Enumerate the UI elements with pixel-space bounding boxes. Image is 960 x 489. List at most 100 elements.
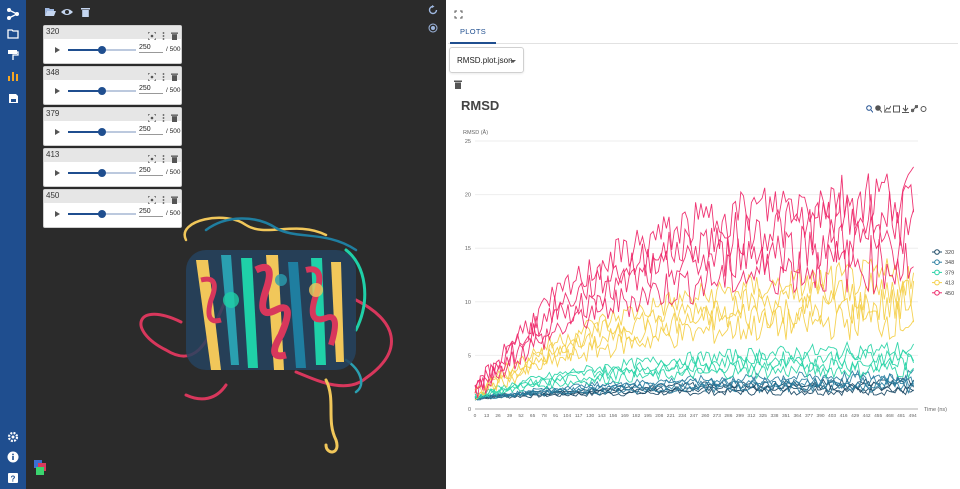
x-tick-label: 65 xyxy=(530,413,536,419)
info-icon[interactable] xyxy=(4,448,22,466)
y-tick-label: 10 xyxy=(465,300,471,306)
frame-slider-handle[interactable] xyxy=(98,46,106,54)
x-tick-label: 39 xyxy=(507,413,513,419)
legend-label: 320 xyxy=(945,250,954,256)
x-tick-label: 169 xyxy=(621,413,629,419)
frame-slider-fill xyxy=(68,90,102,92)
frame-slider-fill xyxy=(68,172,102,174)
x-tick-label: 377 xyxy=(805,413,813,419)
frame-slider[interactable] xyxy=(68,128,136,136)
share-network-icon[interactable] xyxy=(4,5,22,23)
trajectory-card: 320 250/ 500 xyxy=(43,25,182,64)
more-vertical-icon[interactable] xyxy=(162,68,165,86)
center-focus-icon[interactable] xyxy=(147,27,157,45)
trajectory-card-header: 348 xyxy=(44,67,181,82)
y-tick-label: 15 xyxy=(465,246,471,252)
x-tick-label: 403 xyxy=(828,413,836,419)
x-tick-label: 455 xyxy=(874,413,882,419)
trajectory-card-header: 450 xyxy=(44,190,181,205)
frame-slider[interactable] xyxy=(68,169,136,177)
more-vertical-icon[interactable] xyxy=(162,109,165,127)
plots-panel: PLOTS RMSD.plot.json RMSD 0 5 10 15 20 25 0 13 2… xyxy=(446,0,960,489)
help-icon[interactable]: ? xyxy=(4,469,22,487)
frame-total: / 500 xyxy=(166,46,181,53)
x-tick-label: 286 xyxy=(724,413,732,419)
trajectory-card: 348 250/ 500 xyxy=(43,66,182,105)
save-icon[interactable] xyxy=(4,89,22,107)
trash-icon[interactable] xyxy=(171,150,178,168)
more-vertical-icon[interactable] xyxy=(162,27,165,45)
center-focus-icon[interactable] xyxy=(147,109,157,127)
legend-marker xyxy=(934,269,940,276)
legend-label: 413 xyxy=(945,281,954,287)
x-tick-label: 364 xyxy=(793,413,801,419)
play-icon[interactable] xyxy=(55,88,60,94)
play-icon[interactable] xyxy=(55,170,60,176)
x-tick-label: 481 xyxy=(897,413,905,419)
frame-input[interactable]: 250 xyxy=(139,85,163,94)
rmsd-line-chart: 05101520250 13 26 39 52 65 78 91 104 117 130 143 156… xyxy=(463,129,954,419)
x-tick-label: 13 xyxy=(484,413,490,419)
left-sidebar: ? xyxy=(0,0,26,489)
x-axis-title: Time (ns) xyxy=(924,407,947,413)
x-tick-label: 325 xyxy=(759,413,767,419)
frame-input[interactable]: 250 xyxy=(139,126,163,135)
trajectory-name: 320 xyxy=(46,27,60,36)
x-tick-label: 221 xyxy=(667,413,675,419)
frame-slider-fill xyxy=(68,49,102,51)
play-icon[interactable] xyxy=(55,47,60,53)
paint-roller-icon[interactable] xyxy=(4,46,22,64)
trajectory-name: 379 xyxy=(46,109,60,118)
x-tick-label: 416 xyxy=(840,413,848,419)
frame-input[interactable]: 250 xyxy=(139,208,163,217)
frame-slider-handle[interactable] xyxy=(98,128,106,136)
frame-slider[interactable] xyxy=(68,46,136,54)
x-tick-label: 234 xyxy=(678,413,686,419)
trash-icon[interactable] xyxy=(171,68,178,86)
x-tick-label: 143 xyxy=(598,413,606,419)
x-tick-label: 390 xyxy=(817,413,825,419)
frame-slider[interactable] xyxy=(68,87,136,95)
legend-marker xyxy=(934,259,940,266)
x-tick-label: 117 xyxy=(575,413,583,419)
y-tick-label: 0 xyxy=(468,407,471,413)
x-tick-label: 494 xyxy=(909,413,917,419)
frame-slider[interactable] xyxy=(68,210,136,218)
center-focus-icon[interactable] xyxy=(147,150,157,168)
frame-slider-fill xyxy=(68,131,102,133)
x-tick-label: 0 xyxy=(474,413,477,419)
frame-total: / 500 xyxy=(166,128,181,135)
x-tick-label: 351 xyxy=(782,413,790,419)
more-vertical-icon[interactable] xyxy=(162,191,165,209)
frame-slider-handle[interactable] xyxy=(98,169,106,177)
frame-total: / 500 xyxy=(166,210,181,217)
x-tick-label: 156 xyxy=(609,413,617,419)
frame-input[interactable]: 250 xyxy=(139,167,163,176)
center-focus-icon[interactable] xyxy=(147,68,157,86)
y-tick-label: 20 xyxy=(465,193,471,199)
bar-chart-icon[interactable] xyxy=(4,67,22,85)
x-tick-label: 338 xyxy=(770,413,778,419)
center-focus-icon[interactable] xyxy=(147,191,157,209)
trajectory-name: 413 xyxy=(46,150,60,159)
play-icon[interactable] xyxy=(55,211,60,217)
trash-icon[interactable] xyxy=(171,109,178,127)
legend-label: 450 xyxy=(945,291,954,297)
folder-icon[interactable] xyxy=(4,24,22,42)
y-tick-label: 5 xyxy=(468,353,471,359)
settings-gear-icon[interactable] xyxy=(4,428,22,446)
trash-icon[interactable] xyxy=(171,191,178,209)
x-tick-label: 104 xyxy=(563,413,571,419)
trajectory-card: 450 250/ 500 xyxy=(43,189,182,228)
trash-icon[interactable] xyxy=(171,27,178,45)
trajectory-card-header: 320 xyxy=(44,26,181,41)
trajectory-name: 450 xyxy=(46,191,60,200)
x-tick-label: 52 xyxy=(518,413,524,419)
play-icon[interactable] xyxy=(55,129,60,135)
frame-slider-handle[interactable] xyxy=(98,210,106,218)
frame-input[interactable]: 250 xyxy=(139,44,163,53)
frame-slider-handle[interactable] xyxy=(98,87,106,95)
legend-label: 348 xyxy=(945,260,954,266)
x-tick-label: 299 xyxy=(736,413,744,419)
more-vertical-icon[interactable] xyxy=(162,150,165,168)
